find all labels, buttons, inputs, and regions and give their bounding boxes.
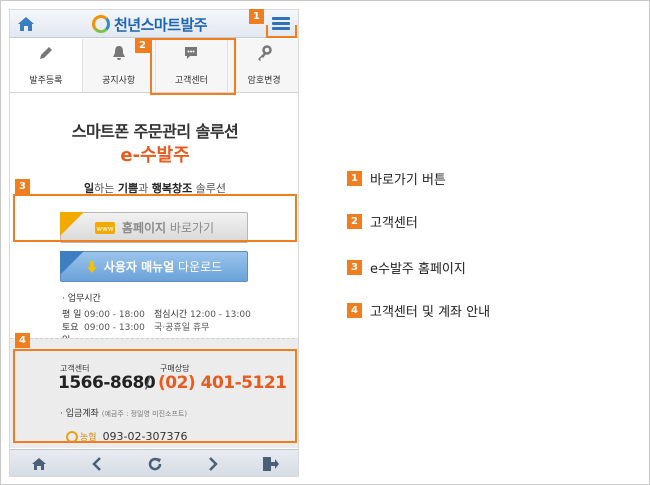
key-icon: [254, 43, 274, 63]
legend-label: 고객센터 및 계좌 안내: [370, 305, 491, 320]
callout-box-3: [13, 194, 297, 242]
hero-product-name: e-수발주: [120, 145, 190, 166]
exit-icon: [263, 457, 279, 471]
legend-item: 2 고객센터: [347, 212, 418, 231]
legend-label: e수발주 홈페이지: [370, 262, 466, 277]
hours-row: 평 일 09:00 - 18:00 점심시간 12:00 - 13:00: [62, 310, 251, 320]
refresh-icon: [148, 457, 162, 471]
chevron-left-icon: [92, 457, 101, 471]
tab-label: 발주등록: [29, 76, 63, 86]
nav-refresh-button[interactable]: [126, 450, 184, 476]
pencil-icon: [36, 43, 56, 63]
download-arrow-icon: [86, 260, 97, 273]
figure-frame: 천년스마트발주 발주등록 공지사항 고객센터 암호변경 스마트폰 주문관리 솔루…: [0, 0, 650, 485]
nav-home-button[interactable]: [10, 450, 68, 476]
manual-download-button[interactable]: 사용자 매뉴얼 다운로드: [60, 251, 248, 282]
tab-label: 암호변경: [247, 76, 281, 86]
callout-number-3: 3: [15, 179, 30, 194]
legend-number: 4: [347, 303, 362, 318]
home-button[interactable]: [14, 13, 38, 35]
legend-item: 3 e수발주 홈페이지: [347, 258, 466, 277]
legend-label: 바로가기 버튼: [370, 173, 446, 188]
app-logo: 천년스마트발주: [92, 13, 208, 35]
legend-number: 3: [347, 260, 362, 275]
callout-box-4: [13, 349, 297, 443]
download-button-label: 사용자 매뉴얼 다운로드: [103, 260, 223, 274]
legend-number: 2: [347, 214, 362, 229]
legend-item: 1 바로가기 버튼: [347, 169, 446, 188]
nav-forward-button[interactable]: [184, 450, 242, 476]
nav-back-button[interactable]: [68, 450, 126, 476]
bell-icon: [109, 43, 129, 63]
tab-label: 공지사항: [102, 76, 136, 86]
bottom-nav: [10, 449, 298, 476]
callout-box-2: [150, 38, 236, 95]
download-ribbon: [60, 251, 84, 275]
hero-title: 스마트폰 주문관리 솔루션: [71, 122, 239, 141]
home-icon: [18, 17, 34, 31]
nav-exit-button[interactable]: [242, 450, 298, 476]
legend-item: 4 고객센터 및 계좌 안내: [347, 301, 490, 320]
chevron-right-icon: [209, 457, 218, 471]
legend-number: 1: [347, 171, 362, 186]
callout-number-4: 4: [15, 333, 30, 348]
callout-number-2: 2: [135, 38, 150, 53]
logo-mark-icon: [92, 15, 110, 33]
hours-title: · 업무시간: [62, 294, 101, 304]
tab-order-register[interactable]: 발주등록: [10, 39, 83, 92]
home-icon: [32, 458, 46, 470]
tab-change-password[interactable]: 암호변경: [228, 39, 298, 92]
callout-number-1: 1: [249, 9, 264, 24]
menu-icon: [272, 17, 290, 20]
callout-box-1: [266, 25, 297, 38]
legend-label: 고객센터: [370, 216, 418, 231]
logo-text: 천년스마트발주: [114, 15, 208, 34]
